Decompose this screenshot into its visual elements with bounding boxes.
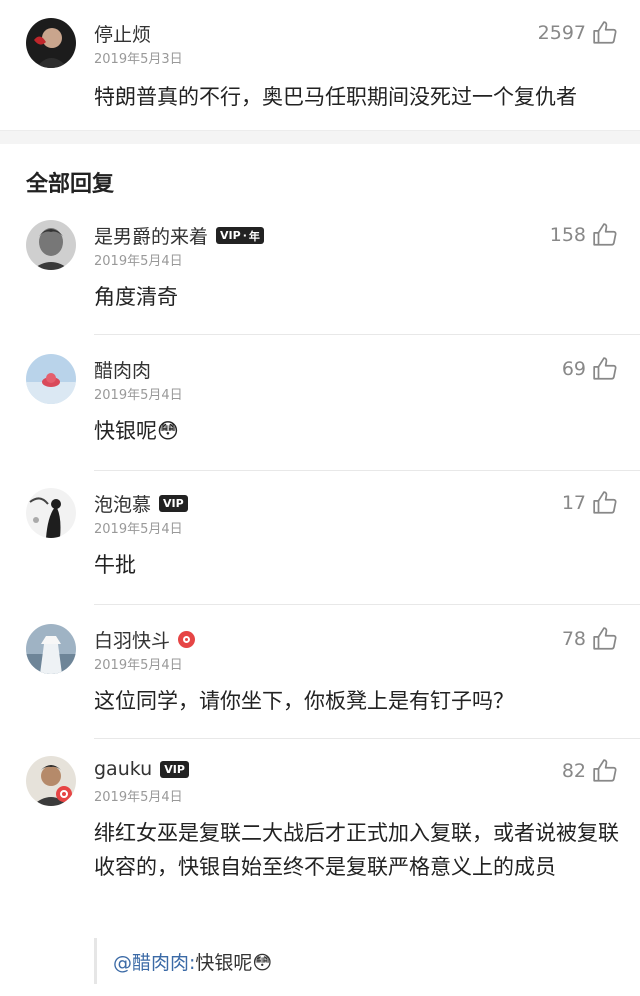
- section-title: 全部回复: [26, 172, 115, 197]
- divider: [94, 604, 640, 605]
- like-count: 158: [549, 224, 586, 246]
- username[interactable]: gauku VIP: [94, 758, 189, 780]
- divider: [94, 738, 640, 739]
- quoted-reply[interactable]: @醋肉肉: 快银呢😳: [94, 938, 640, 984]
- divider: [94, 470, 640, 471]
- like-button[interactable]: 158: [550, 222, 618, 248]
- avatar[interactable]: [26, 220, 76, 270]
- like-count: 82: [561, 760, 586, 782]
- comment-date: 2019年5月3日: [94, 52, 183, 67]
- like-count: 69: [561, 358, 586, 380]
- thumbs-up-icon: [593, 357, 617, 380]
- vip-badge: VIP · 年: [216, 227, 264, 244]
- username[interactable]: 泡泡慕 VIP: [94, 490, 188, 517]
- username[interactable]: 是男爵的来着 VIP · 年: [94, 222, 264, 249]
- divider: [94, 334, 640, 335]
- thumbs-up-icon: [593, 223, 617, 246]
- comment-text: 特朗普真的不行，奥巴马任职期间没死过一个复仇者: [94, 85, 577, 109]
- thumbs-up-icon: [593, 759, 617, 782]
- vip-badge: VIP: [159, 495, 188, 512]
- comment-text: 角度清奇: [94, 285, 178, 309]
- quoted-text: 快银呢😳: [195, 951, 273, 974]
- comment-text: 快银呢😳: [94, 419, 179, 443]
- like-count: 78: [561, 628, 586, 650]
- comment-date: 2019年5月4日: [94, 522, 183, 537]
- comment-date: 2019年5月4日: [94, 658, 183, 673]
- verified-badge: [178, 631, 196, 648]
- thumbs-up-icon: [593, 627, 617, 650]
- like-button[interactable]: 17: [562, 490, 618, 516]
- avatar[interactable]: [26, 18, 76, 68]
- like-button[interactable]: 78: [562, 626, 618, 652]
- comment-text: 牛批: [94, 553, 136, 577]
- like-button[interactable]: 2597: [538, 20, 618, 46]
- username[interactable]: 白羽快斗: [94, 626, 196, 653]
- comment-date: 2019年5月4日: [94, 790, 183, 805]
- comment-text: 绯红女巫是复联二大战后才正式加入复联，或者说被复联收容的，快银自始至终不是复联严…: [94, 821, 619, 879]
- comment-date: 2019年5月4日: [94, 388, 183, 403]
- like-count: 2597: [537, 22, 586, 44]
- comment-text: 这位同学，请你坐下，你板凳上是有钉子吗？: [94, 689, 514, 713]
- username[interactable]: 停止烦: [94, 20, 151, 47]
- mention-link[interactable]: @醋肉肉:: [113, 948, 195, 975]
- like-count: 17: [561, 492, 586, 514]
- avatar[interactable]: [26, 488, 76, 538]
- comment-date: 2019年5月4日: [94, 254, 183, 269]
- section-divider: [0, 130, 640, 144]
- thumbs-up-icon: [593, 491, 617, 514]
- avatar[interactable]: [26, 354, 76, 404]
- avatar[interactable]: [26, 756, 76, 806]
- like-button[interactable]: 82: [562, 758, 618, 784]
- username[interactable]: 醋肉肉: [94, 356, 151, 383]
- avatar[interactable]: [26, 624, 76, 674]
- vip-badge: VIP: [160, 760, 189, 778]
- like-button[interactable]: 69: [562, 356, 618, 382]
- thumbs-up-icon: [593, 21, 617, 44]
